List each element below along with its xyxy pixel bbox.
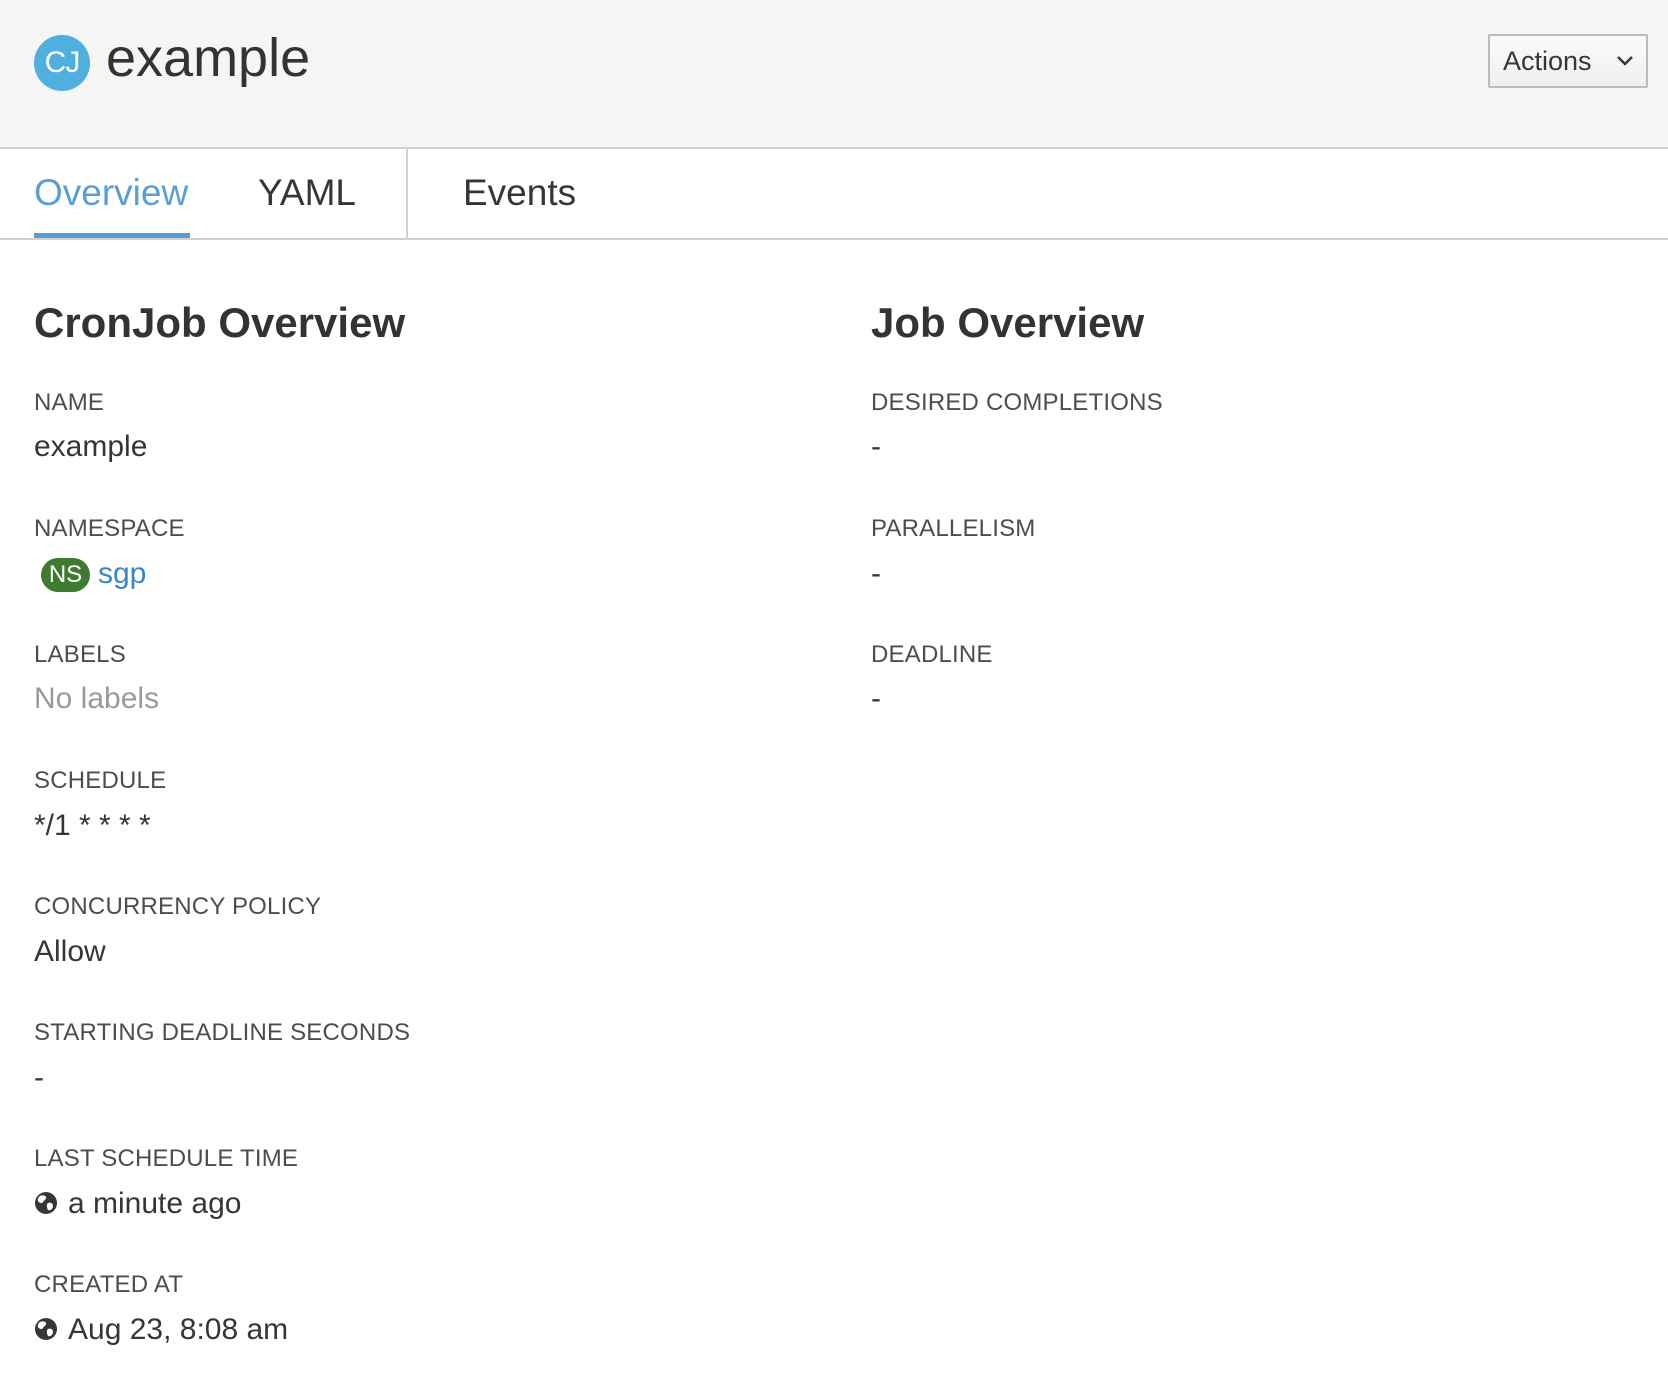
globe-icon [35,1318,57,1340]
desired-completions-label: DESIRED COMPLETIONS [871,389,1163,416]
created-at-text: Aug 23, 8:08 am [68,1313,289,1346]
starting-deadline-seconds-value: - [34,1061,44,1094]
name-value: example [34,430,148,463]
deadline-value: - [871,682,881,715]
parallelism-value: - [871,557,881,590]
actions-button-label: Actions [1503,46,1592,76]
cronjob-resource-icon: CJ [34,35,90,91]
deadline-label: DEADLINE [871,641,993,668]
labels-label: LABELS [34,641,126,668]
tab-overview[interactable]: Overview [34,149,188,238]
concurrency-policy-label: CONCURRENCY POLICY [34,893,322,920]
name-label: NAME [34,389,105,416]
tab-yaml[interactable]: YAML [258,149,356,238]
tab-events[interactable]: Events [463,149,576,238]
parallelism-label: PARALLELISM [871,515,1036,542]
page-header: CJ example Actions [0,0,1668,149]
namespace-badge: NS [41,558,90,593]
tab-divider [406,149,408,238]
page-title: example [106,28,311,88]
last-schedule-time-label: LAST SCHEDULE TIME [34,1145,299,1172]
last-schedule-time-text: a minute ago [68,1187,242,1220]
globe-icon [35,1192,57,1214]
tab-bar: Overview YAML Events [0,149,1668,240]
chevron-down-icon [1617,56,1633,66]
concurrency-policy-value: Allow [34,935,106,968]
job-overview-heading: Job Overview [871,299,1145,346]
starting-deadline-seconds-label: STARTING DEADLINE SECONDS [34,1019,411,1046]
actions-dropdown-button[interactable]: Actions [1488,34,1648,88]
schedule-value: */1 * * * * [34,809,151,842]
created-at-value: Aug 23, 8:08 am [34,1310,288,1350]
schedule-label: SCHEDULE [34,767,167,794]
active-tab-indicator [34,233,190,238]
created-at-label: CREATED AT [34,1271,184,1298]
namespace-link[interactable]: sgp [98,557,146,590]
namespace-label: NAMESPACE [34,515,185,542]
cronjob-overview-heading: CronJob Overview [34,299,406,346]
namespace-value: NS sgp [41,554,146,594]
last-schedule-time-value: a minute ago [34,1184,241,1224]
labels-value: No labels [34,682,160,715]
desired-completions-value: - [871,430,881,463]
